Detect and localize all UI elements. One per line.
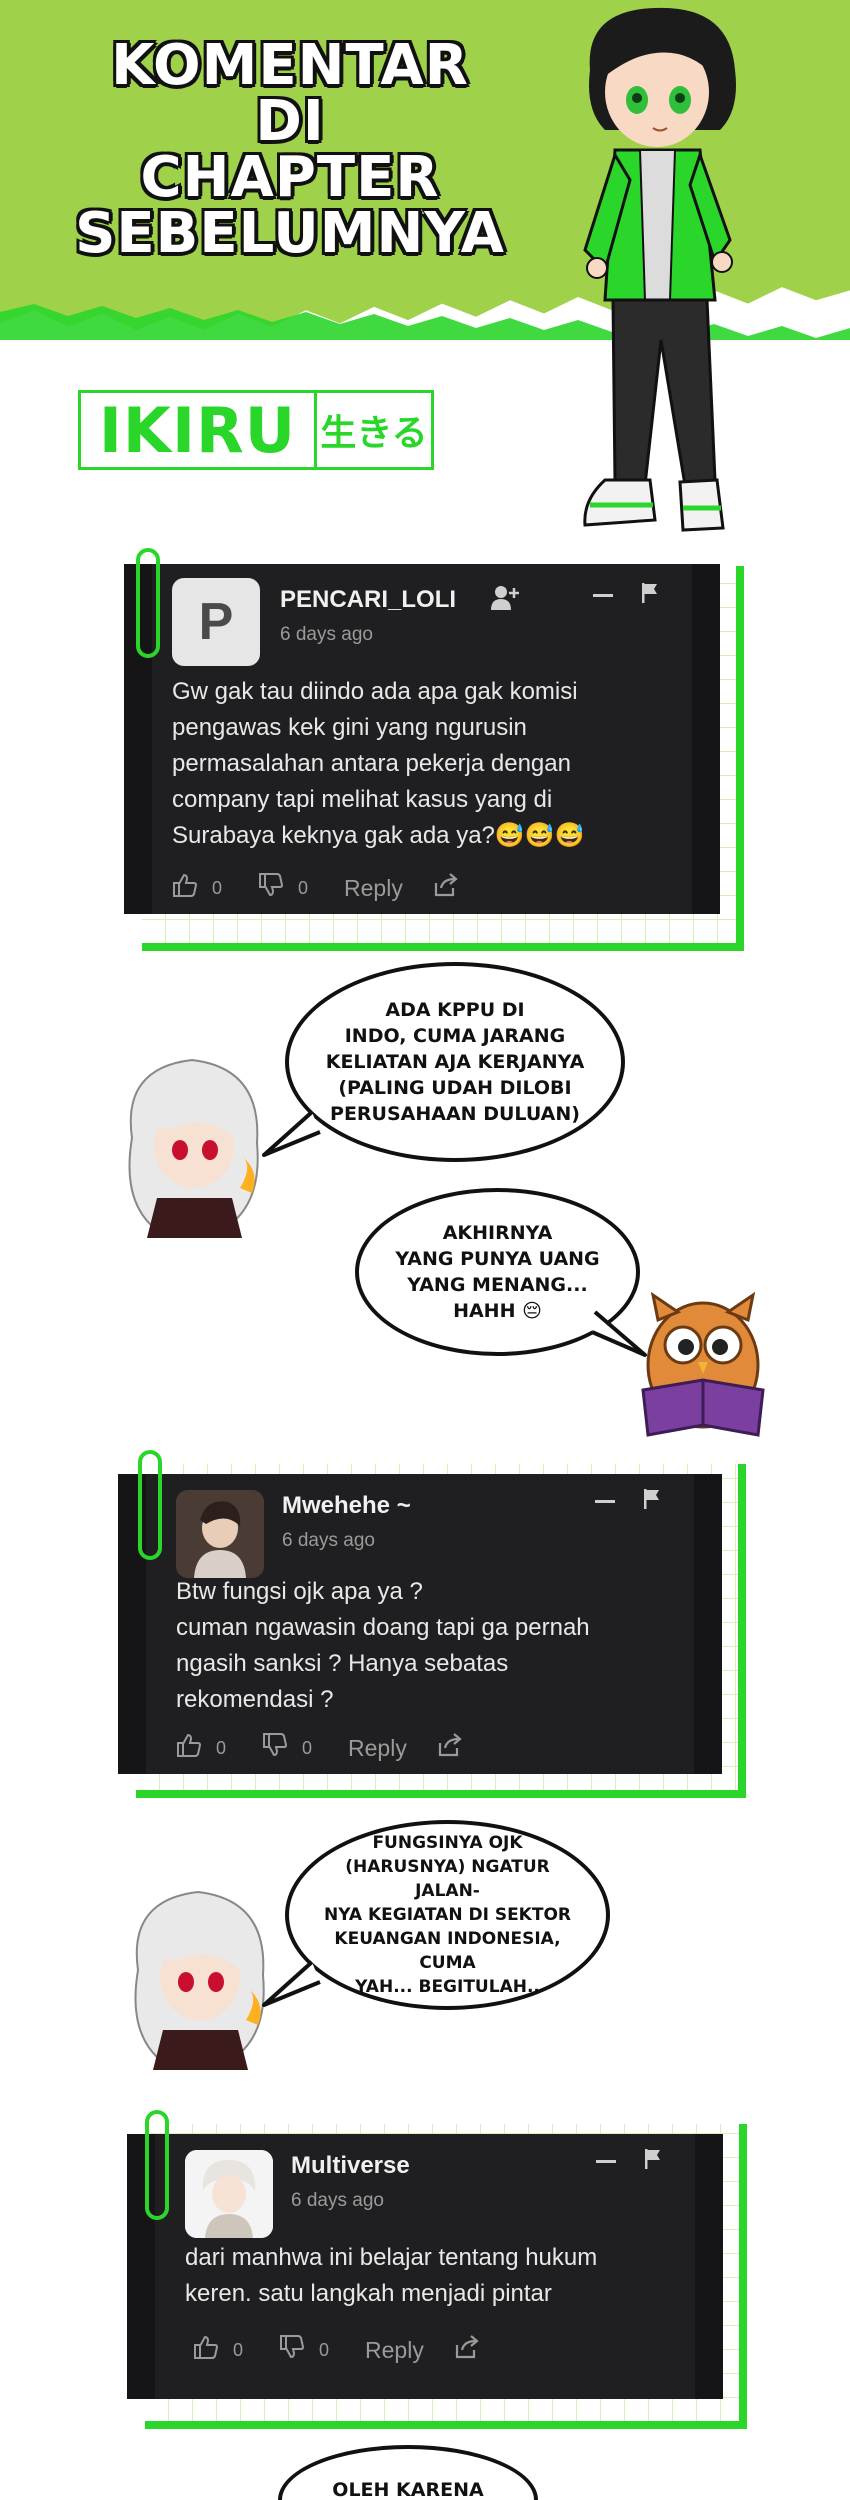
comment-username[interactable]: Multiverse [291,2152,410,2180]
add-user-icon[interactable] [490,584,520,618]
title-line-2: CHAPTER [140,145,440,210]
share-icon[interactable] [433,873,459,903]
thumbs-up-icon[interactable] [193,2334,219,2366]
white-haired-character-illustration [128,1058,259,1238]
paperclip-decoration [145,2110,169,2220]
speech-bubble-4: OLEH KARENA [278,2445,538,2500]
comment-card-2: Mwehehe ~ 6 days ago Btw fungsi ojk apa … [118,1450,746,1800]
share-icon[interactable] [437,1733,463,1763]
thumbs-down-icon[interactable] [262,1732,288,1764]
comment-card-3: Multiverse 6 days ago dari manhwa ini be… [127,2110,747,2430]
comment-actions: 0 0 Reply [176,1732,463,1764]
share-icon[interactable] [454,2335,480,2365]
ikiru-logo: IKIRU 生きる [78,390,434,470]
like-count: 0 [216,1737,227,1758]
speech-bubble-1: ADA KPPU DI INDO, CUMA JARANG KELIATAN A… [285,962,625,1162]
avatar[interactable]: P [172,578,260,666]
speech-bubble-text: AKHIRNYA YANG PUNYA UANG YANG MENANG... … [395,1222,600,1322]
minus-icon[interactable] [592,584,614,612]
speech-bubble-tail [262,1110,321,1157]
reply-button[interactable]: Reply [344,875,403,902]
paperclip-decoration [136,548,160,658]
reply-button[interactable]: Reply [348,1735,407,1762]
minus-icon[interactable] [595,2150,617,2178]
comment-timestamp: 6 days ago [282,1530,375,1551]
comment-text: Btw fungsi ojk apa ya ? cuman ngawasin d… [176,1578,590,1713]
comment-timestamp: 6 days ago [291,2190,384,2211]
page-title: KOMENTAR DI CHAPTER SEBELUMNYA [70,33,510,266]
comment-card-body: Multiverse 6 days ago dari manhwa ini be… [127,2134,723,2399]
paperclip-decoration [138,1450,162,1560]
logo-japanese: 生きる [320,413,428,454]
speech-bubble-text: FUNGSINYA OJK (HARUSNYA) NGATUR JALAN- N… [324,1833,571,1997]
like-count: 0 [212,877,223,898]
comment-card-body: P PENCARI_LOLI 6 days ago Gw gak tau dii… [124,564,720,914]
thumbs-down-icon[interactable] [258,872,284,904]
comment-actions: 0 0 Reply [172,872,459,904]
flag-icon[interactable] [642,1487,662,1517]
avatar[interactable] [185,2150,273,2238]
logo-text: IKIRU [81,393,317,467]
speech-bubble-text: OLEH KARENA [332,2479,484,2500]
comment-text: Gw gak tau diindo ada apa gak komisi pen… [172,678,585,849]
comment-card-1: P PENCARI_LOLI 6 days ago Gw gak tau dii… [124,548,744,953]
comment-username[interactable]: PENCARI_LOLI [280,586,456,614]
title-line-3: SEBELUMNYA [74,201,505,266]
speech-bubble-3: FUNGSINYA OJK (HARUSNYA) NGATUR JALAN- N… [285,1820,610,2010]
owl-character-illustration [641,1291,765,1437]
dislike-count: 0 [298,877,309,898]
title-line-1: KOMENTAR DI [110,33,469,154]
comment-timestamp: 6 days ago [280,624,373,645]
comment-card-body: Mwehehe ~ 6 days ago Btw fungsi ojk apa … [118,1474,722,1774]
white-haired-character-illustration [134,1890,265,2070]
thumbs-down-icon[interactable] [279,2334,305,2366]
thumbs-up-icon[interactable] [172,872,198,904]
dislike-count: 0 [302,1737,313,1758]
like-count: 0 [233,2339,244,2360]
flag-icon[interactable] [643,2147,663,2177]
avatar[interactable] [176,1490,264,1578]
mascot-character-illustration [583,7,736,532]
comment-username[interactable]: Mwehehe ~ [282,1492,411,1520]
reply-button[interactable]: Reply [365,2337,424,2364]
comment-actions: 0 0 Reply [193,2334,480,2366]
minus-icon[interactable] [594,1490,616,1518]
comment-text: dari manhwa ini belajar tentang hukum ke… [185,2244,598,2307]
flag-icon[interactable] [640,581,660,611]
speech-bubble-text: ADA KPPU DI INDO, CUMA JARANG KELIATAN A… [325,999,585,1125]
dislike-count: 0 [319,2339,330,2360]
thumbs-up-icon[interactable] [176,1732,202,1764]
speech-bubble-tail [262,1960,321,2007]
